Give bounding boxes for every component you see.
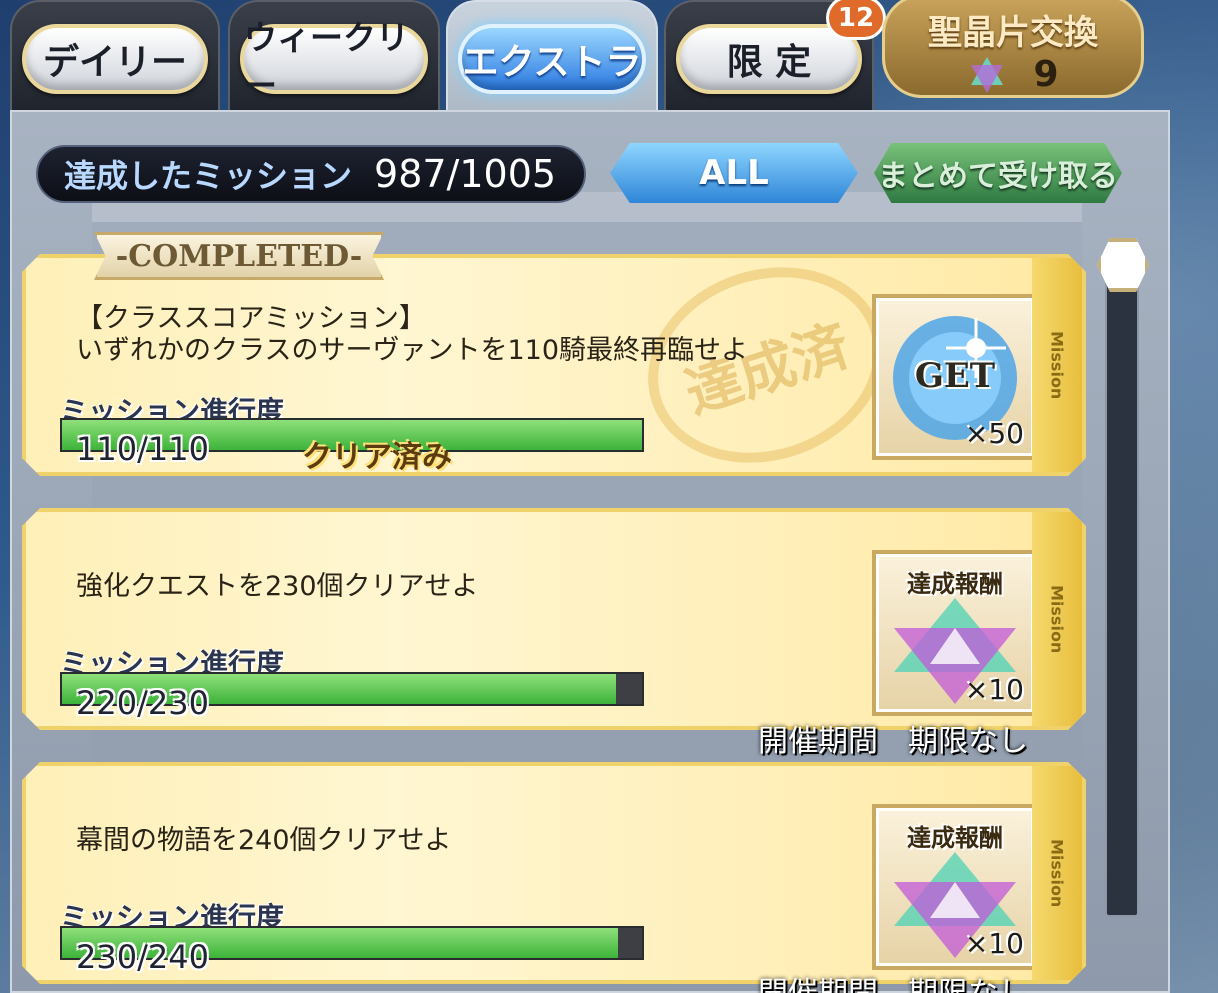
tab-extra-label: エクストラ [458,24,646,94]
reward-box-3[interactable]: 達成報酬 ×10 [872,804,1038,970]
reward-qty-3: ×10 [964,927,1024,960]
clear-status-text: クリア済み [302,440,452,475]
mission-card-2[interactable]: 強化クエストを230個クリアせよ ミッション進行度 220/230 達成報酬 ×… [22,508,1086,730]
reward-box-1[interactable]: GET ×50 [872,294,1038,460]
completed-ribbon: -COMPLETED- [94,232,384,280]
reward-box-2[interactable]: 達成報酬 ×10 [872,550,1038,716]
progress-value-3: 230/240 [76,938,209,976]
tab-daily[interactable]: デイリー [10,0,220,110]
side-label-3: Mission [1047,838,1067,908]
reward-title-2: 達成報酬 [907,570,1003,598]
card-side-strip-3: Mission [1032,766,1082,980]
exchange-count: 9 [1033,54,1059,95]
mission-card-3[interactable]: 幕間の物語を240個クリアせよ ミッション進行度 230/240 達成報酬 ×1… [22,762,1086,984]
event-period-2: 開催期間 期限なし [758,724,1028,759]
tab-weekly[interactable]: ウィークリー [228,0,440,110]
mission-title-1a: 【クラススコアミッション】 [76,303,426,334]
card-side-strip-2: Mission [1032,512,1082,726]
mission-title-1b: いずれかのクラスのサーヴァントを110騎最終再臨せよ [76,335,748,366]
quartz-fragment-exchange-button[interactable]: 聖晶片交換 9 [882,0,1144,98]
mission-title-3: 幕間の物語を240個クリアせよ [76,825,452,856]
limited-count-badge: 12 [826,0,886,40]
quartz-fragment-icon [971,56,1004,93]
tab-extra[interactable]: エクストラ [446,0,658,112]
event-period-3: 開催期間 期限なし [758,968,1028,993]
collect-all-button[interactable]: まとめて受け取る [874,143,1122,203]
reward-qty-1: ×50 [964,417,1024,450]
filter-all-button[interactable]: ALL [610,143,858,203]
progress-value-2: 220/230 [76,684,209,722]
mission-card-1[interactable]: 達成済 【クラススコアミッション】 いずれかのクラスのサーヴァントを110騎最終… [22,254,1086,476]
achieved-label: 達成したミッション [64,157,353,195]
tab-bar: デイリー ウィークリー エクストラ 限 定 12 聖晶片交換 9 [0,0,1218,120]
side-label-2: Mission [1047,584,1067,654]
achieved-missions-counter: 達成したミッション 987/1005 [36,145,586,203]
card-side-strip-1: Mission [1032,258,1082,472]
reward-get-text: GET [914,356,996,396]
side-label-1: Mission [1047,330,1067,400]
tab-daily-label: デイリー [22,24,208,94]
exchange-label: 聖晶片交換 [928,13,1098,53]
achieved-value: 987/1005 [374,152,557,196]
scrollbar-track[interactable] [1105,262,1139,917]
reward-qty-2: ×10 [964,673,1024,706]
tab-weekly-label: ウィークリー [240,18,428,105]
reward-title-3: 達成報酬 [907,824,1003,852]
progress-value-1: 110/110 [76,430,209,468]
mission-title-2: 強化クエストを230個クリアせよ [76,571,479,602]
